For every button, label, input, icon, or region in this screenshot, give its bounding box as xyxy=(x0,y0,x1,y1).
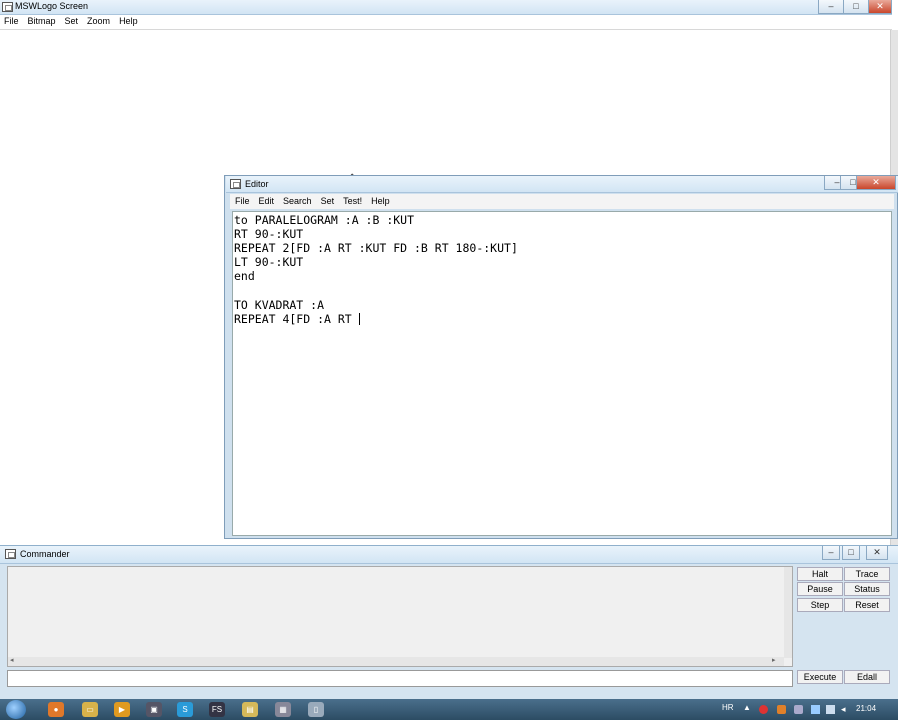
skype-icon[interactable]: S xyxy=(177,702,193,717)
code-line: to PARALELOGRAM :A :B :KUT xyxy=(234,213,415,227)
file-explorer-icon[interactable]: ▤ xyxy=(242,702,258,717)
text-caret xyxy=(358,312,360,325)
status-button[interactable]: Status xyxy=(844,582,890,596)
step-button[interactable]: Step xyxy=(797,598,843,612)
code-line: RT 90-:KUT xyxy=(234,227,304,242)
mswlogo-app-icon xyxy=(2,2,13,12)
signal-icon[interactable] xyxy=(811,705,820,714)
commander-close-button[interactable]: ✕ xyxy=(866,546,888,560)
main-menu-set[interactable]: Set xyxy=(65,14,79,29)
firefox-icon[interactable]: ● xyxy=(48,702,64,717)
tray-icon-orange[interactable] xyxy=(777,705,786,714)
reset-button[interactable]: Reset xyxy=(844,598,890,612)
code-line-text: REPEAT 4[FD :A RT xyxy=(234,311,359,326)
edall-button[interactable]: Edall xyxy=(844,670,890,684)
code-line: end xyxy=(234,269,255,284)
editor-menu-help[interactable]: Help xyxy=(371,194,390,209)
editor-text-area[interactable]: to PARALELOGRAM :A :B :KUT RT 90-:KUT RE… xyxy=(232,211,892,536)
halt-button[interactable]: Halt xyxy=(797,567,843,581)
main-close-button[interactable]: ✕ xyxy=(868,0,892,14)
scroll-left-icon[interactable]: ◂ xyxy=(10,656,14,664)
commander-output-scrollbar[interactable] xyxy=(784,567,792,658)
execute-button[interactable]: Execute xyxy=(797,670,843,684)
editor-menu-set[interactable]: Set xyxy=(321,194,335,209)
editor-menu-edit[interactable]: Edit xyxy=(259,194,275,209)
main-minimize-button[interactable]: – xyxy=(818,0,844,14)
commander-app-icon xyxy=(5,549,16,559)
main-window-title: MSWLogo Screen xyxy=(15,1,89,11)
main-menu-help[interactable]: Help xyxy=(119,14,138,29)
folder-icon[interactable]: ▭ xyxy=(82,702,98,717)
commander-title-bar: Commander – □ ✕ xyxy=(0,546,898,564)
language-indicator[interactable]: HR xyxy=(722,703,734,712)
network-icon[interactable] xyxy=(826,705,835,714)
pause-button[interactable]: Pause xyxy=(797,582,843,596)
commander-output-list[interactable] xyxy=(7,566,793,667)
clock[interactable]: 21:04 xyxy=(856,704,876,713)
editor-menu-search[interactable]: Search xyxy=(283,194,312,209)
main-menu-bar: File Bitmap Set Zoom Help xyxy=(4,14,147,29)
scroll-right-icon[interactable]: ▸ xyxy=(772,656,776,664)
editor-title: Editor xyxy=(245,179,269,189)
taskbar: ● ▭ ▶ ▣ S FS ▤ ▦ ▯ HR ▲ ◂ 21:04 xyxy=(0,699,898,720)
editor-menu-test[interactable]: Test! xyxy=(343,194,362,209)
commander-maximize-button[interactable]: □ xyxy=(842,546,860,560)
main-title-bar: MSWLogo Screen – □ ✕ xyxy=(0,0,892,15)
editor-app-icon xyxy=(230,179,241,189)
start-button[interactable] xyxy=(6,700,26,719)
editor-title-bar: Editor – □ ✕ xyxy=(226,176,898,193)
main-menu-file[interactable]: File xyxy=(4,14,19,29)
editor-menu-file[interactable]: File xyxy=(235,194,250,209)
notepad-icon[interactable]: ▯ xyxy=(308,702,324,717)
code-line: REPEAT 2[FD :A RT :KUT FD :B RT 180-:KUT… xyxy=(234,241,518,256)
editor-close-button[interactable]: ✕ xyxy=(856,176,896,190)
editor-menu-bar: File Edit Search Set Test! Help xyxy=(235,194,399,209)
code-line: LT 90-:KUT xyxy=(234,255,304,270)
main-menu-zoom[interactable]: Zoom xyxy=(87,14,110,29)
volume-icon[interactable]: ◂ xyxy=(841,704,846,715)
tray-icon-app[interactable] xyxy=(794,705,803,714)
fs-app-icon[interactable]: FS xyxy=(209,702,225,717)
commander-title: Commander xyxy=(20,549,70,559)
commander-minimize-button[interactable]: – xyxy=(822,546,840,560)
code-line: TO KVADRAT :A xyxy=(234,297,325,312)
code-line-current: REPEAT 4[FD :A RT xyxy=(234,312,891,326)
main-menu-bitmap[interactable]: Bitmap xyxy=(28,14,56,29)
tray-icon-red[interactable] xyxy=(759,705,768,714)
trace-button[interactable]: Trace xyxy=(844,567,890,581)
media-player-icon[interactable]: ▶ xyxy=(114,702,130,717)
commander-horizontal-scrollbar[interactable] xyxy=(8,657,784,666)
document-app-icon[interactable]: ▣ xyxy=(146,702,162,717)
mswlogo-taskbar-icon[interactable]: ▦ xyxy=(275,702,291,717)
commander-input[interactable] xyxy=(7,670,793,687)
show-hidden-icons-icon[interactable]: ▲ xyxy=(743,703,751,712)
main-maximize-button[interactable]: □ xyxy=(843,0,869,14)
